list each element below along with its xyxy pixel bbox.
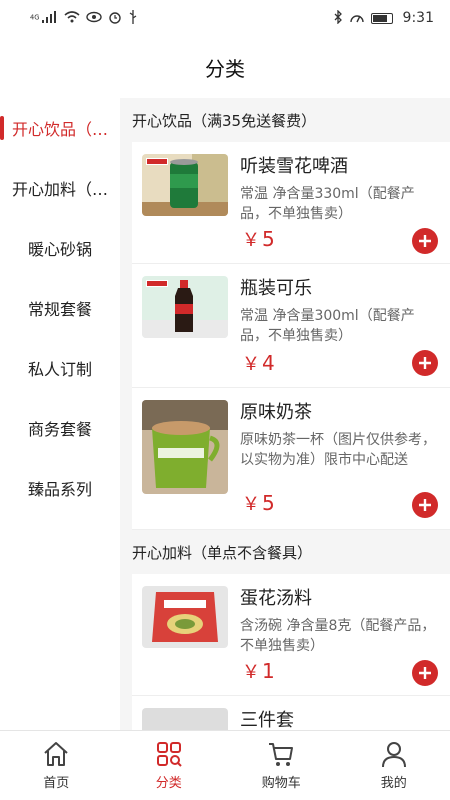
tab-label: 我的 (380, 776, 407, 791)
product-info: 瓶装可乐 常温 净含量300ml（配餐产品，不单独售卖） (240, 276, 440, 346)
plus-icon (419, 357, 431, 369)
status-right: 9:31 (333, 8, 434, 27)
product-image-beer (142, 154, 228, 216)
sidebar-item-drinks[interactable]: 开心饮品（… (0, 98, 120, 158)
wifi-icon (64, 10, 80, 26)
price-value: 5 (262, 227, 275, 251)
tab-me[interactable]: 我的 (338, 731, 450, 800)
product-info: 三件套 (240, 708, 440, 730)
bottom-tab-bar: 首页 分类 购物车 我的 (0, 730, 450, 800)
eye-icon (86, 11, 102, 26)
tab-home[interactable]: 首页 (0, 731, 113, 800)
product-name: 瓶装可乐 (240, 278, 312, 299)
product-list: 开心饮品（满35免送餐费） 听装雪花啤酒 常温 净含量330ml（配餐产品，不单… (120, 98, 450, 730)
category-icon (156, 742, 182, 767)
tab-category[interactable]: 分类 (113, 731, 226, 800)
page-title: 分类 (205, 56, 245, 81)
tab-label: 分类 (155, 776, 182, 791)
product-image-egg-soup (142, 586, 228, 648)
product-card-egg-soup[interactable]: 蛋花汤料 含汤碗 净含量8克（配餐产品，不单独售卖） ￥ 1 (132, 574, 450, 696)
plus-icon (419, 235, 431, 247)
product-card-cola[interactable]: 瓶装可乐 常温 净含量300ml（配餐产品，不单独售卖） ￥ 4 (132, 264, 450, 388)
tab-label: 首页 (43, 776, 70, 791)
product-card-three-piece[interactable]: 三件套 (132, 696, 450, 730)
cart-icon (269, 743, 294, 766)
product-info: 听装雪花啤酒 常温 净含量330ml（配餐产品，不单独售卖） (240, 154, 440, 224)
product-price: ￥ 5 (242, 490, 275, 516)
product-price: ￥ 4 (242, 350, 275, 376)
sidebar-item-custom[interactable]: 私人订制 (0, 338, 120, 398)
price-value: 4 (262, 351, 275, 375)
add-to-cart-button[interactable] (412, 350, 438, 376)
speed-icon (349, 10, 365, 27)
status-left: 4G (30, 9, 138, 27)
currency-symbol: ￥ (242, 230, 260, 251)
product-price: ￥ 5 (242, 226, 275, 252)
currency-symbol: ￥ (242, 494, 260, 515)
product-name: 原味奶茶 (240, 402, 312, 423)
product-desc: 常温 净含量330ml（配餐产品，不单独售卖） (240, 186, 415, 222)
add-to-cart-button[interactable] (412, 492, 438, 518)
product-image-cola (142, 276, 228, 338)
category-sidebar: 开心饮品（… 开心加料（… 暖心砂锅 常规套餐 私人订制 商务套餐 臻品系列 (0, 98, 120, 730)
section-title-addons: 开心加料（单点不含餐具） (132, 543, 313, 562)
sidebar-item-business-set[interactable]: 商务套餐 (0, 398, 120, 458)
alarm-icon (108, 10, 122, 27)
product-image-milk-tea (142, 400, 228, 494)
currency-symbol: ￥ (242, 354, 260, 375)
product-info: 蛋花汤料 含汤碗 净含量8克（配餐产品，不单独售卖） (240, 586, 440, 656)
product-desc: 原味奶茶一杯（图片仅供参考，以实物为准）限市中心配送 (240, 432, 436, 468)
plus-icon (419, 499, 431, 511)
price-value: 1 (262, 659, 275, 683)
add-to-cart-button[interactable] (412, 228, 438, 254)
sidebar-item-premium[interactable]: 臻品系列 (0, 458, 120, 518)
status-time: 9:31 (402, 10, 434, 26)
product-card-milk-tea[interactable]: 原味奶茶 原味奶茶一杯（图片仅供参考，以实物为准）限市中心配送 ￥ 5 (132, 388, 450, 530)
section-title-drinks: 开心饮品（满35免送餐费） (132, 111, 317, 130)
plus-icon (419, 667, 431, 679)
add-to-cart-button[interactable] (412, 660, 438, 686)
tab-cart[interactable]: 购物车 (225, 731, 338, 800)
sidebar-item-casserole[interactable]: 暖心砂锅 (0, 218, 120, 278)
product-name: 听装雪花啤酒 (240, 156, 348, 177)
signal-4g-icon: 4G (30, 11, 58, 25)
sidebar-item-addons[interactable]: 开心加料（… (0, 158, 120, 218)
bluetooth-icon (333, 8, 343, 27)
product-name: 蛋花汤料 (240, 588, 312, 609)
usb-icon (128, 9, 138, 27)
home-icon (44, 742, 68, 766)
battery-icon (370, 12, 393, 24)
sidebar-item-regular-set[interactable]: 常规套餐 (0, 278, 120, 338)
price-value: 5 (262, 491, 275, 515)
status-bar: 4G 9:31 (0, 0, 450, 36)
product-info: 原味奶茶 原味奶茶一杯（图片仅供参考，以实物为准）限市中心配送 (240, 400, 440, 470)
product-desc: 含汤碗 净含量8克（配餐产品，不单独售卖） (240, 618, 436, 654)
product-image-three-piece (142, 708, 228, 730)
product-name: 三件套 (240, 710, 294, 730)
tab-label: 购物车 (261, 776, 301, 791)
currency-symbol: ￥ (242, 662, 260, 683)
product-price: ￥ 1 (242, 658, 275, 684)
product-card-beer[interactable]: 听装雪花啤酒 常温 净含量330ml（配餐产品，不单独售卖） ￥ 5 (132, 142, 450, 264)
product-desc: 常温 净含量300ml（配餐产品，不单独售卖） (240, 308, 415, 344)
signal-label: 4G (30, 13, 40, 22)
user-icon (381, 742, 406, 768)
